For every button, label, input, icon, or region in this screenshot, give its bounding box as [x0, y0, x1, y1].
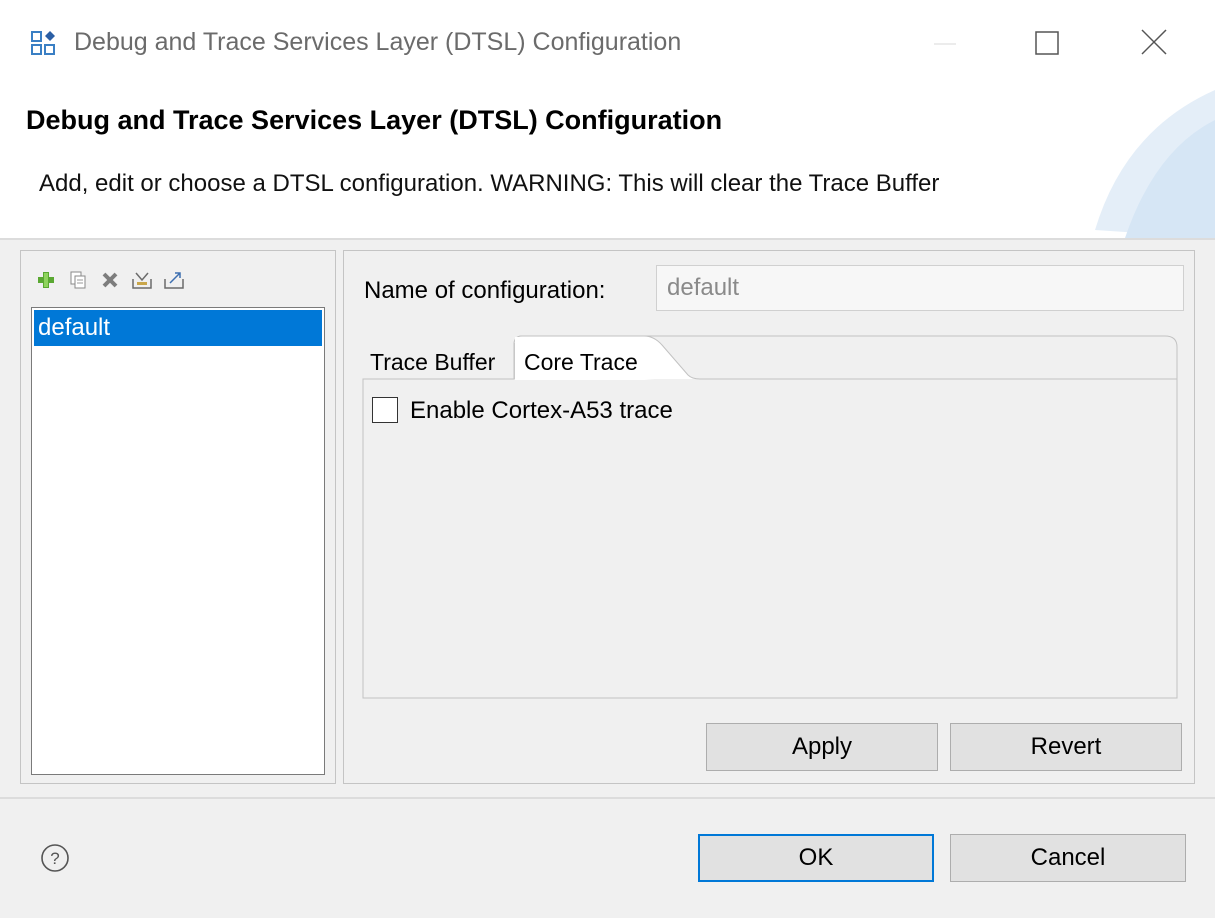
dialog-banner: Debug and Trace Services Layer (DTSL) Co…: [0, 90, 1215, 238]
dialog-description: Add, edit or choose a DTSL configuration…: [39, 170, 940, 197]
export-config-button[interactable]: [163, 269, 185, 291]
apply-button[interactable]: Apply: [706, 723, 938, 771]
config-detail-panel: Name of configuration: default Trace Buf…: [343, 250, 1195, 784]
maximize-icon[interactable]: [1022, 22, 1072, 66]
config-name-field[interactable]: default: [656, 265, 1184, 311]
footer-separator: [0, 797, 1215, 799]
import-icon: [132, 272, 152, 289]
window-titlebar: Debug and Trace Services Layer (DTSL) Co…: [0, 0, 1215, 90]
dtsl-config-app-icon: [31, 31, 55, 55]
ok-button[interactable]: OK: [698, 834, 934, 882]
tab-divider: [514, 343, 515, 379]
add-config-button[interactable]: [35, 269, 57, 291]
config-list[interactable]: default: [31, 307, 325, 775]
config-toolbar: [35, 267, 185, 293]
list-item-default[interactable]: default: [34, 310, 322, 346]
config-list-panel: default: [20, 250, 336, 784]
minimize-icon[interactable]: [920, 22, 970, 66]
tab-trace-buffer[interactable]: Trace Buffer: [370, 349, 495, 376]
banner-decoration: [1095, 90, 1215, 238]
window-title: Debug and Trace Services Layer (DTSL) Co…: [74, 28, 682, 56]
import-config-button[interactable]: [131, 269, 153, 291]
tab-folder-outline: [362, 335, 1178, 699]
delete-config-button[interactable]: [99, 269, 121, 291]
close-icon[interactable]: [1130, 22, 1180, 66]
export-icon: [164, 272, 184, 289]
cancel-button[interactable]: Cancel: [950, 834, 1186, 882]
copy-config-button[interactable]: [67, 269, 89, 291]
delete-icon: [102, 272, 118, 288]
enable-trace-label[interactable]: Enable Cortex-A53 trace: [410, 397, 673, 425]
dialog-heading: Debug and Trace Services Layer (DTSL) Co…: [26, 105, 723, 135]
help-icon[interactable]: ?: [40, 843, 70, 873]
svg-text:?: ?: [50, 849, 59, 868]
copy-icon: [70, 271, 86, 289]
revert-button[interactable]: Revert: [950, 723, 1182, 771]
enable-trace-checkbox[interactable]: [372, 397, 398, 423]
tab-core-trace[interactable]: Core Trace: [524, 349, 638, 376]
config-name-label: Name of configuration:: [364, 277, 606, 304]
add-icon: [38, 272, 54, 288]
tab-folder: Trace Buffer Core Trace Enable Cortex-A5…: [362, 335, 1178, 699]
